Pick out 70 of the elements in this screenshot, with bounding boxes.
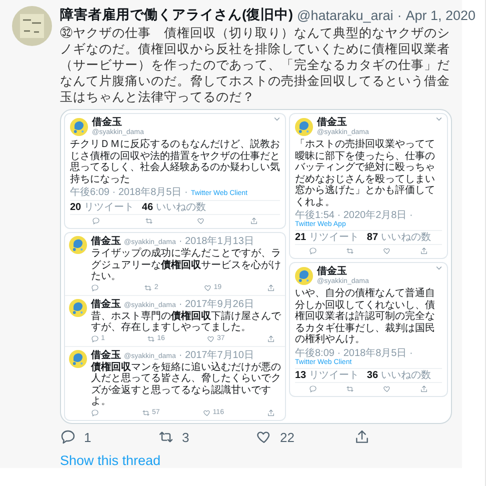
speech-bubble-icon bbox=[92, 217, 100, 225]
author-name: 借金玉 bbox=[91, 298, 121, 310]
tweet-time: 午後8:09 · 2018年8月5日 · bbox=[295, 348, 413, 358]
author-handle: @hataraku_arai bbox=[297, 8, 394, 22]
retweet-icon bbox=[142, 408, 150, 416]
tweet-text: いや、自分の債権なんて普通自分しか回収してくれないし、債権回収業者は許認可制の完全なるカタギ仕事だし、裁判は国民の権利やんけ。 bbox=[295, 288, 436, 346]
avatar bbox=[295, 267, 313, 285]
share-icon bbox=[420, 384, 428, 392]
avatar bbox=[69, 298, 87, 316]
author-name[interactable]: 障害者雇用で働くアライさん(復旧中) bbox=[60, 6, 293, 24]
tweet-time: 午後6:09 · 2018年8月5日 · bbox=[70, 187, 188, 198]
speech-bubble-icon bbox=[309, 384, 318, 392]
tweet-date[interactable]: Apr 1, 2020 bbox=[406, 8, 476, 22]
tweet-date: · 2017年7月10日 bbox=[178, 350, 254, 360]
avatar bbox=[295, 118, 313, 136]
tweet-text: 昔、ホスト専門の債権回収下請け屋さんですが、存在しますしやってました。 bbox=[91, 310, 281, 334]
tweet-stat: 20 リツイート bbox=[70, 202, 134, 213]
retweet-button[interactable]: 3 bbox=[158, 429, 190, 445]
share-icon bbox=[420, 247, 428, 255]
heart-icon bbox=[197, 217, 206, 225]
author-name: 借金玉 bbox=[91, 350, 121, 360]
author-name: 借金玉 bbox=[317, 266, 348, 277]
tweet-text: 債権回収マンを短絡に追い込むだけが悪の人だと思ってる皆さん、脅したくらいでクズが金返すと思ってるなら認識甘いですよ。 bbox=[91, 362, 281, 408]
author-name: 借金玉 bbox=[92, 117, 123, 128]
heart-icon bbox=[382, 384, 391, 392]
tweet-stat: 13 リツイート bbox=[295, 370, 359, 380]
tweet-stat: 36 いいねの数 bbox=[366, 370, 431, 380]
retweet-icon bbox=[144, 217, 153, 225]
speech-bubble-icon bbox=[60, 429, 76, 445]
retweet-icon bbox=[346, 384, 354, 392]
separator-dot: · bbox=[397, 8, 402, 22]
tweet-text: 「ホストの売掛回収業やってて曖昧に部下を使ったら、仕事のバッティングで絶対に殴っちゃだめなおじさんを殴ってしまい窓から逃げた」とかも評価してくれよ。 bbox=[295, 139, 436, 208]
share-button[interactable] bbox=[354, 429, 370, 445]
author-name: 借金玉 bbox=[317, 117, 348, 128]
tweet-text: チクリＤＭに反応するのもなんだけど、説教おじさ債権の回収や法的措置をヤクザの仕事だと思ってるしく、社会人経験あるのか疑わしい気持ちになった bbox=[70, 139, 280, 185]
heart-icon bbox=[204, 284, 212, 292]
tweet-time: 午後1:54 · 2020年2月8日 · bbox=[295, 210, 413, 221]
author-name: 借金玉 bbox=[91, 236, 121, 247]
speech-bubble-icon bbox=[91, 408, 99, 416]
retweet-icon bbox=[147, 334, 156, 342]
like-button[interactable]: 22 bbox=[256, 429, 294, 445]
avatar bbox=[70, 118, 88, 136]
tweet-date: · 2018年1月13日 bbox=[178, 236, 254, 247]
retweet-icon bbox=[158, 429, 174, 445]
chevron-icon bbox=[436, 266, 442, 270]
tweet-date: · 2017年9月26日 bbox=[178, 298, 254, 310]
tweet-stat: 46 いいねの数 bbox=[142, 202, 206, 213]
retweet-icon bbox=[346, 247, 354, 255]
tweet-text: ライザップの成功に学んだことですが、ラグジュアリーな債権回収サービスを心がけたい。 bbox=[91, 248, 281, 282]
heart-icon bbox=[207, 334, 216, 342]
heart-icon bbox=[256, 429, 272, 445]
share-icon bbox=[266, 284, 275, 292]
avatar bbox=[69, 236, 87, 254]
chevron-icon bbox=[436, 117, 442, 121]
speech-bubble-icon bbox=[91, 284, 99, 292]
chevron-icon bbox=[274, 117, 280, 121]
tweet-text: ㉜ヤクザの仕事 債権回収（切り取り）なんて典型的なヤクザのシノギなのだ。債権回収から反社を排除していくために債権回収業者（サービサー）を作ったのであって、「完全なるカタギの仕事」だなんて片腹痛いのだ。脅してホストの売掛金回収してるという借金玉はちゃんと法律守ってるのだ？ bbox=[60, 25, 451, 105]
heart-icon bbox=[382, 247, 391, 255]
speech-bubble-icon bbox=[309, 247, 318, 255]
speech-bubble-icon bbox=[91, 334, 99, 342]
retweet-icon bbox=[144, 284, 152, 292]
tweet-stat: 87 いいねの数 bbox=[366, 232, 431, 243]
share-icon bbox=[250, 217, 258, 225]
reply-button[interactable]: 1 bbox=[60, 429, 92, 445]
share-icon bbox=[266, 334, 275, 342]
share-icon bbox=[354, 429, 370, 445]
avatar bbox=[69, 350, 87, 368]
tweet-stat: 21 リツイート bbox=[295, 232, 359, 243]
share-icon bbox=[266, 408, 275, 416]
heart-icon bbox=[202, 408, 211, 416]
